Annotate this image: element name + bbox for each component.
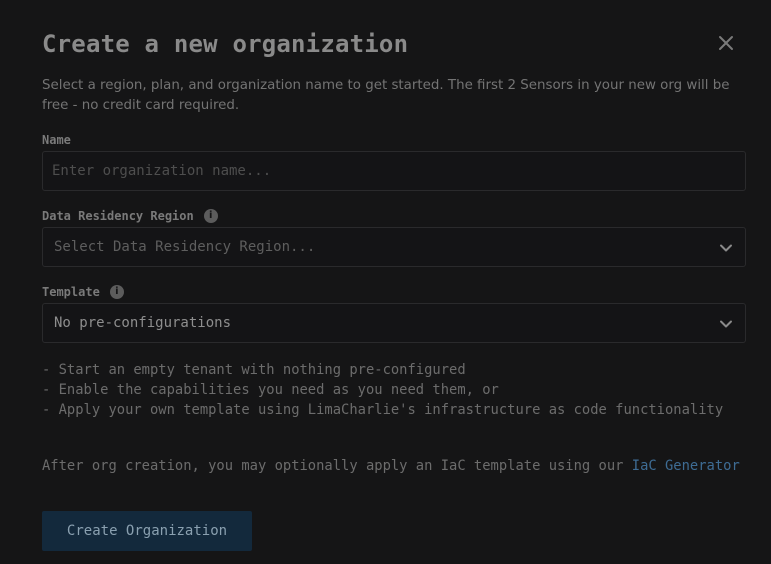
iac-note-text: After org creation, you may optionally a… xyxy=(42,458,632,474)
name-field-container xyxy=(42,151,746,191)
template-info-line: - Apply your own template using LimaChar… xyxy=(42,402,724,418)
iac-note: After org creation, you may optionally a… xyxy=(42,456,742,476)
template-info-line: - Start an empty tenant with nothing pre… xyxy=(42,362,466,378)
name-label: Name xyxy=(42,133,71,147)
template-info-line: - Enable the capabilities you need as yo… xyxy=(42,382,499,398)
chevron-down-icon xyxy=(720,320,732,328)
template-label: Template i xyxy=(42,285,124,299)
region-select[interactable]: Select Data Residency Region... xyxy=(42,227,746,267)
create-organization-button[interactable]: Create Organization xyxy=(42,511,252,551)
template-info-list: - Start an empty tenant with nothing pre… xyxy=(42,360,747,420)
info-icon[interactable]: i xyxy=(203,209,218,223)
dialog-description: Select a region, plan, and organization … xyxy=(42,78,730,113)
close-icon xyxy=(719,36,733,50)
dialog-title: Create a new organization xyxy=(42,30,409,58)
chevron-down-icon xyxy=(720,244,732,252)
iac-generator-link[interactable]: IaC Generator xyxy=(632,458,740,474)
template-select[interactable]: No pre-configurations xyxy=(42,303,746,343)
close-button[interactable] xyxy=(716,33,736,53)
region-label: Data Residency Region i xyxy=(42,209,218,223)
organization-name-input[interactable] xyxy=(43,152,745,190)
template-label-text: Template xyxy=(42,285,100,299)
create-organization-dialog: Create a new organization Select a regio… xyxy=(0,0,771,564)
template-select-value: No pre-configurations xyxy=(54,315,232,331)
info-icon[interactable]: i xyxy=(109,285,124,299)
name-label-text: Name xyxy=(42,133,71,147)
region-select-placeholder: Select Data Residency Region... xyxy=(54,239,316,255)
region-label-text: Data Residency Region xyxy=(42,209,194,223)
